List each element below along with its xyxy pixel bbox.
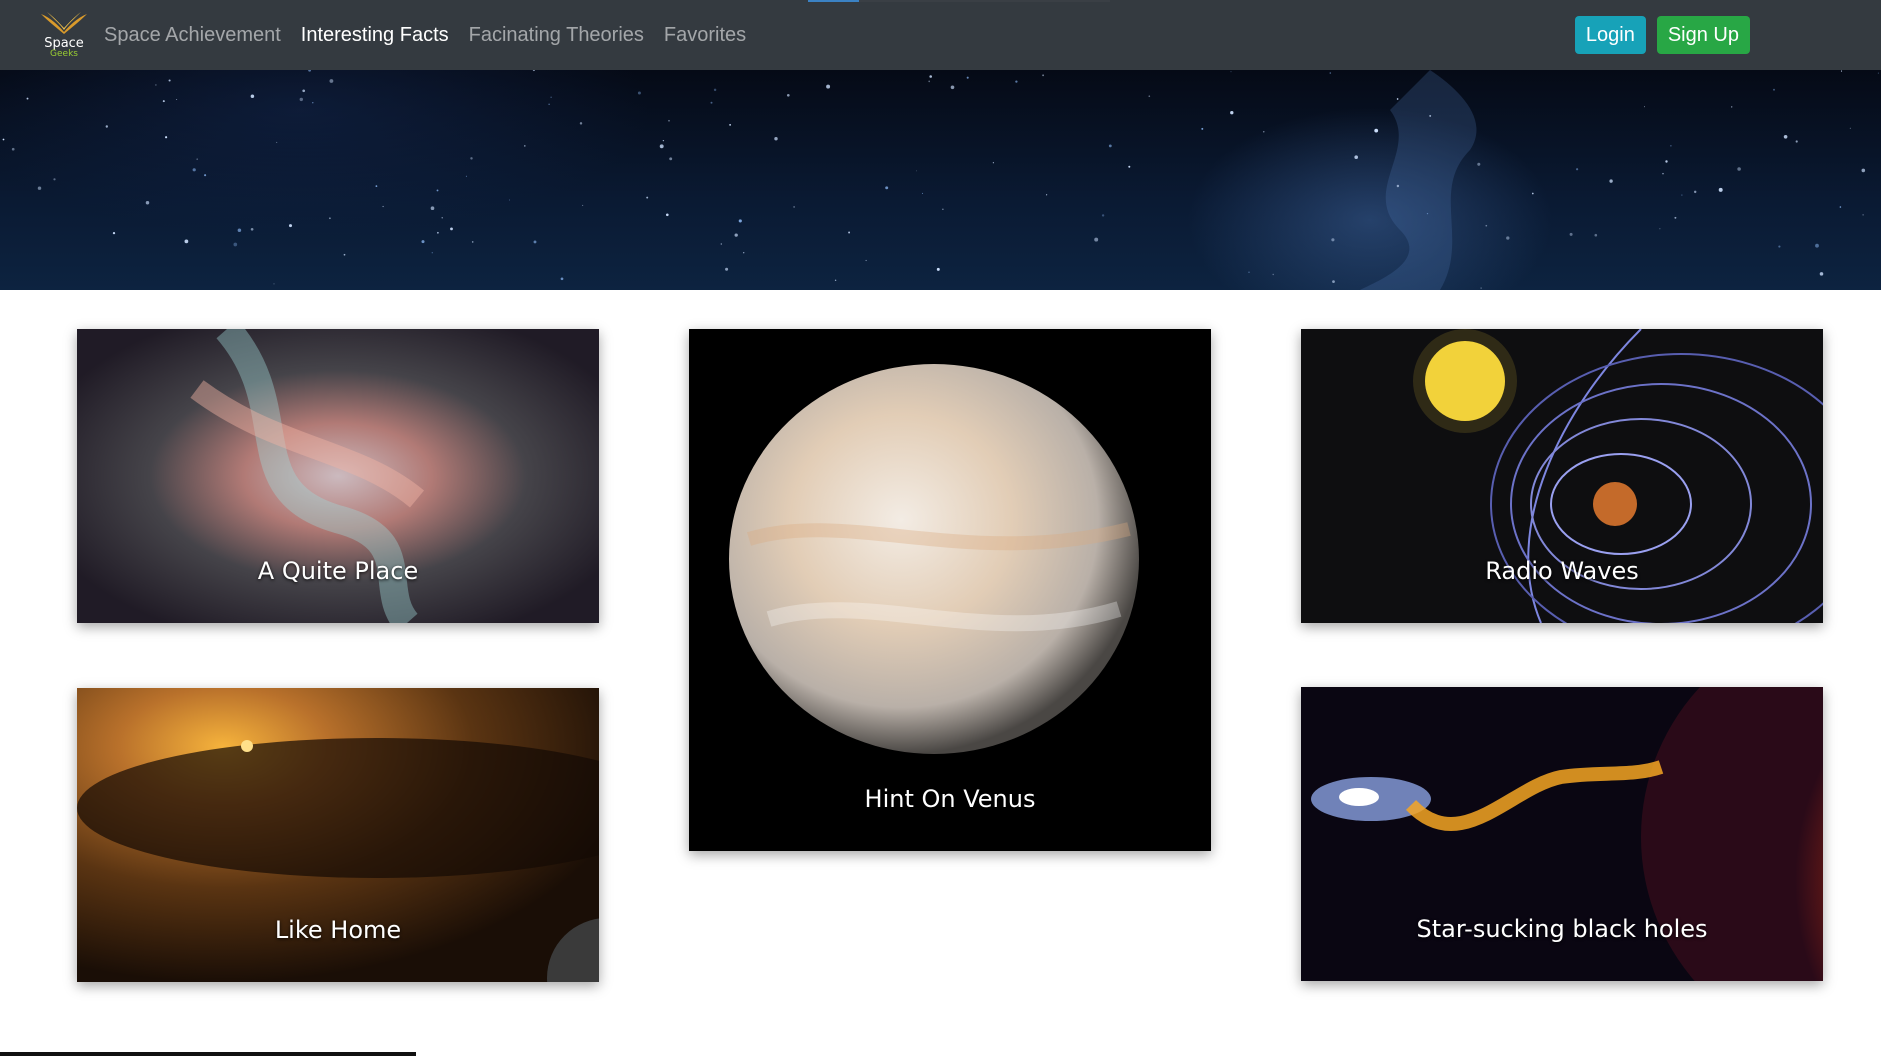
card-title: Like Home [274,916,402,944]
venus-planet-image [689,329,1211,851]
login-button[interactable]: Login [1574,16,1646,54]
signup-button[interactable]: Sign Up [1656,16,1750,54]
page-loading-bar [808,0,1110,2]
auth-buttons: Login Sign Up [1574,16,1750,54]
winged-logo-icon [41,12,87,34]
nav-link-space-achievement[interactable]: Space Achievement [104,24,281,47]
card-radio-waves[interactable]: Radio Waves [1301,329,1823,623]
card-title: A Quite Place [257,557,419,585]
brand-logo[interactable]: Space Geeks [36,8,92,64]
page-loading-bar-fill [808,0,860,2]
card-title: Hint On Venus [864,785,1036,813]
nav-links: Space Achievement Interesting Facts Faci… [104,0,766,70]
card-star-sucking-black-holes[interactable]: Star-sucking black holes [1301,687,1823,981]
bottom-scrollbar[interactable] [0,1052,416,1056]
card-title: Star-sucking black holes [1416,915,1708,943]
nav-link-favorites[interactable]: Favorites [664,24,746,47]
card-like-home[interactable]: Like Home [77,688,599,982]
card-title: Radio Waves [1485,557,1639,585]
nav-link-facinating-theories[interactable]: Facinating Theories [469,24,644,47]
brand-subtitle: Geeks [50,49,78,59]
starfield-image [2,70,1879,290]
nav-link-interesting-facts[interactable]: Interesting Facts [301,24,449,47]
card-hint-on-venus[interactable]: Hint On Venus [689,329,1211,851]
hero-starfield-banner [0,70,1881,290]
top-navbar: Space Geeks Space Achievement Interestin… [0,0,1881,70]
card-a-quite-place[interactable]: A Quite Place [77,329,599,623]
